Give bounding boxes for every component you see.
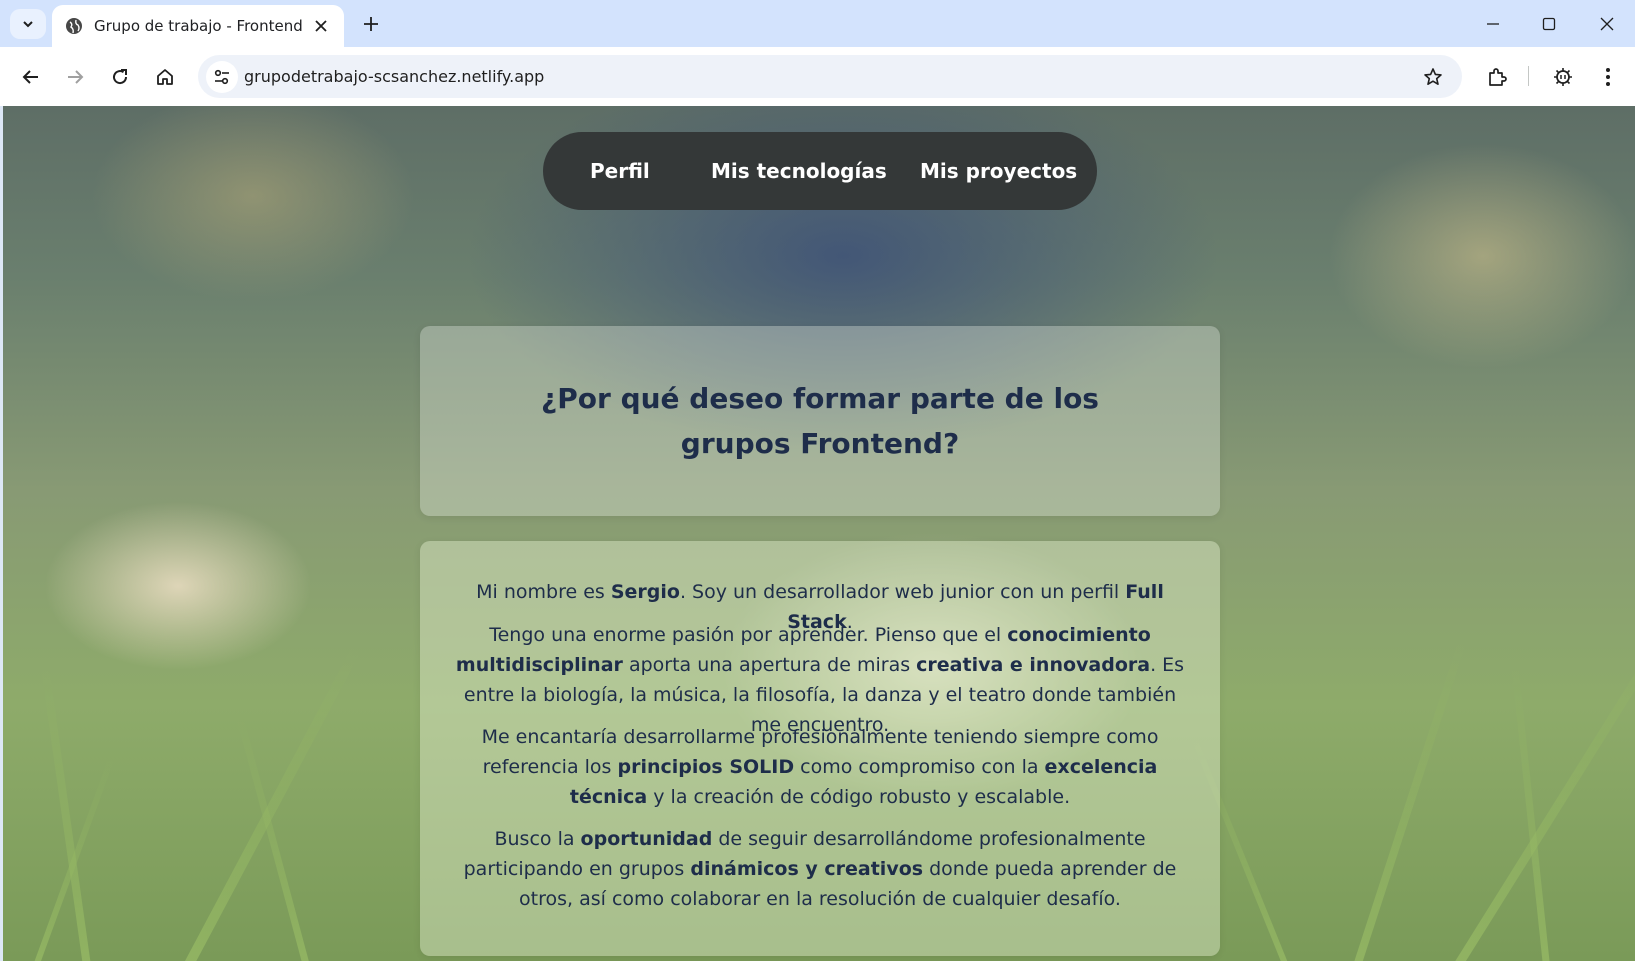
address-bar[interactable]: grupodetrabajo-scsanchez.netlify.app — [198, 55, 1462, 98]
tab-title: Grupo de trabajo - Frontend — [94, 17, 303, 35]
page-heading: ¿Por qué deseo formar parte de los grupo… — [541, 382, 1099, 460]
paragraph-solid: Me encantaría desarrollarme profesionalm… — [446, 722, 1194, 812]
star-icon — [1424, 68, 1442, 85]
tune-icon — [214, 69, 229, 85]
site-info-button[interactable] — [206, 61, 238, 93]
paragraph-opportunity: Busco la oportunidad de seguir desarroll… — [446, 824, 1194, 914]
grass-blade — [33, 758, 115, 961]
web-page: Perfil Mis tecnologías Mis proyectos ¿Po… — [3, 106, 1635, 961]
arrow-right-icon — [68, 70, 84, 84]
forward-button[interactable] — [59, 61, 91, 93]
maximize-icon — [1542, 17, 1556, 30]
nav-link-mis-tecnologias[interactable]: Mis tecnologías — [711, 132, 887, 210]
home-button[interactable] — [149, 61, 181, 93]
close-icon — [315, 20, 327, 32]
tab-strip: Grupo de trabajo - Frontend — [0, 0, 1635, 47]
bug-icon — [1554, 68, 1572, 86]
plus-icon — [364, 17, 378, 31]
chevron-down-icon — [23, 21, 33, 28]
main-navigation: Perfil Mis tecnologías Mis proyectos — [543, 132, 1097, 210]
toolbar-separator — [1528, 66, 1529, 86]
new-tab-button[interactable] — [356, 9, 386, 39]
arrow-left-icon — [22, 70, 38, 84]
close-window-button[interactable] — [1579, 0, 1635, 47]
reload-icon — [113, 69, 128, 85]
heading-card: ¿Por qué deseo formar parte de los grupo… — [420, 326, 1220, 516]
tab-search-button[interactable] — [10, 9, 46, 39]
highlight: creativa e innovadora — [916, 654, 1151, 676]
grass-blade — [1353, 641, 1466, 961]
grass-blade — [1511, 667, 1550, 961]
minimize-button[interactable] — [1465, 0, 1521, 47]
profile-button[interactable] — [1547, 61, 1579, 93]
text: como compromiso con la — [794, 756, 1045, 778]
close-icon — [1600, 17, 1614, 30]
text: y la creación de código robusto y escala… — [647, 786, 1071, 808]
grass-blade — [183, 645, 362, 961]
grass-blade — [1453, 598, 1635, 961]
nav-link-perfil[interactable]: Perfil — [590, 132, 650, 210]
globe-icon — [64, 16, 84, 36]
text: Mi nombre es — [476, 581, 611, 603]
close-tab-button[interactable] — [310, 15, 332, 37]
nav-link-mis-proyectos[interactable]: Mis proyectos — [920, 132, 1077, 210]
grass-blade — [41, 668, 91, 961]
highlight: dinámicos y creativos — [690, 858, 924, 880]
kebab-menu-icon — [1606, 68, 1610, 86]
url-text[interactable]: grupodetrabajo-scsanchez.netlify.app — [244, 55, 544, 98]
text: . Soy un desarrollador web junior con un… — [679, 581, 1126, 603]
text: Busco la — [494, 828, 581, 850]
active-tab[interactable]: Grupo de trabajo - Frontend — [52, 5, 344, 47]
puzzle-icon — [1489, 68, 1507, 86]
home-icon — [157, 69, 173, 85]
highlight: Sergio — [610, 581, 680, 603]
maximize-button[interactable] — [1521, 0, 1577, 47]
minimize-icon — [1487, 22, 1499, 25]
browser-toolbar: grupodetrabajo-scsanchez.netlify.app — [0, 47, 1635, 106]
highlight: principios SOLID — [617, 756, 795, 778]
text: aporta una apertura de miras — [622, 654, 917, 676]
menu-button[interactable] — [1592, 61, 1624, 93]
back-button[interactable] — [15, 61, 47, 93]
about-card: Mi nombre es Sergio. Soy un desarrollado… — [420, 541, 1220, 956]
extensions-button[interactable] — [1481, 61, 1513, 93]
bookmark-button[interactable] — [1418, 62, 1448, 92]
reload-button[interactable] — [104, 61, 136, 93]
highlight: oportunidad — [580, 828, 713, 850]
text: Tengo una enorme pasión por aprender. Pi… — [489, 624, 1008, 646]
